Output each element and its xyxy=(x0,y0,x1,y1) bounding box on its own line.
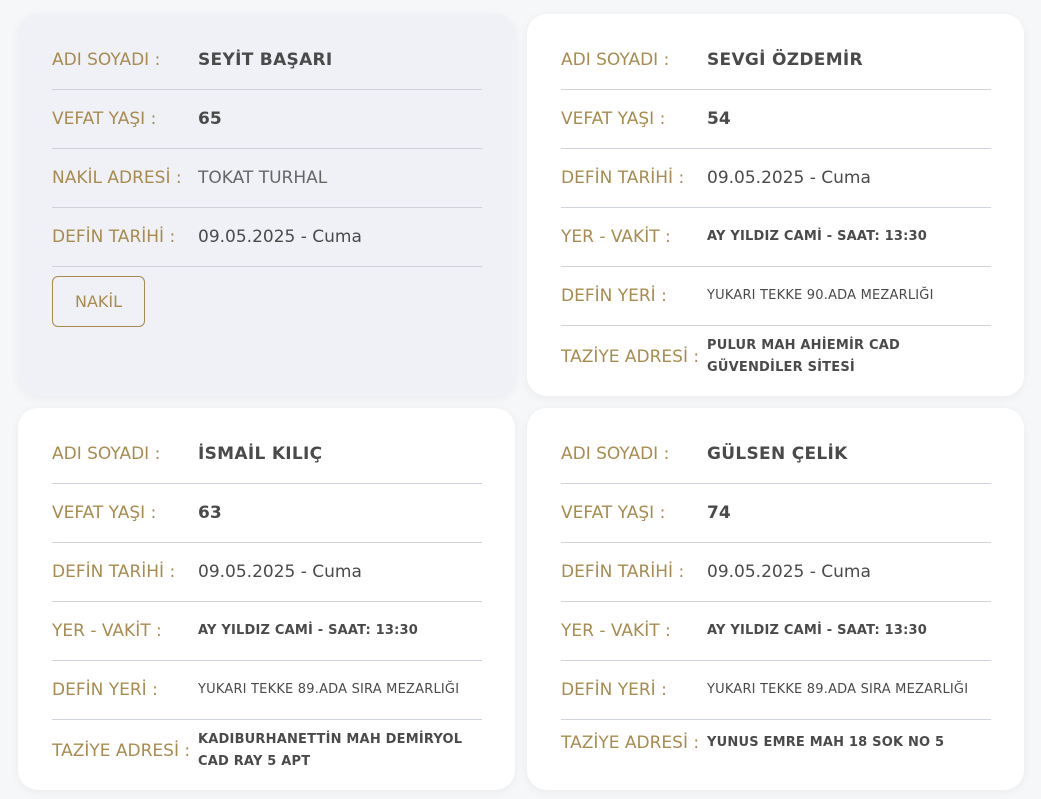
obituary-card[interactable]: ADI SOYADI : GÜLSEN ÇELİK VEFAT YAŞI : 7… xyxy=(527,408,1024,790)
place-time-label: YER - VAKİT : xyxy=(52,621,162,641)
age-value: 63 xyxy=(198,503,222,523)
condolence-label: TAZİYE ADRESİ : xyxy=(561,733,700,753)
age-label: VEFAT YAŞI : xyxy=(561,503,666,523)
burial-place-row: DEFİN YERİ : YUKARI TEKKE 89.ADA SIRA ME… xyxy=(52,661,482,720)
burial-date-row: DEFİN TARİHİ : 09.05.2025 - Cuma xyxy=(561,149,991,208)
age-label: VEFAT YAŞI : xyxy=(561,109,666,129)
burial-place-label: DEFİN YERİ : xyxy=(561,680,667,700)
name-value: GÜLSEN ÇELİK xyxy=(707,444,848,464)
age-value: 65 xyxy=(198,109,222,129)
condolence-row: TAZİYE ADRESİ : PULUR MAH AHİEMİR CAD GÜ… xyxy=(561,326,991,388)
burial-place-value: YUKARI TEKKE 89.ADA SIRA MEZARLIĞI xyxy=(707,682,969,697)
place-time-row: YER - VAKİT : AY YILDIZ CAMİ - SAAT: 13:… xyxy=(52,602,482,661)
name-row: ADI SOYADI : SEYİT BAŞARI xyxy=(52,31,482,90)
burial-date-row: DEFİN TARİHİ : 09.05.2025 - Cuma xyxy=(561,543,991,602)
obituary-card[interactable]: ADI SOYADI : SEVGİ ÖZDEMİR VEFAT YAŞI : … xyxy=(527,14,1024,396)
name-label: ADI SOYADI : xyxy=(52,444,161,464)
burial-date-label: DEFİN TARİHİ : xyxy=(52,562,176,582)
transfer-value: TOKAT TURHAL xyxy=(198,168,328,188)
transfer-label: NAKİL ADRESİ : xyxy=(52,168,182,188)
place-time-value: AY YILDIZ CAMİ - SAAT: 13:30 xyxy=(707,623,928,638)
name-value: SEYİT BAŞARI xyxy=(198,50,333,70)
burial-date-value: 09.05.2025 - Cuma xyxy=(198,227,362,247)
condolence-value: KADIBURHANETTİN MAH DEMİRYOL CAD RAY 5 A… xyxy=(198,732,463,769)
age-value: 74 xyxy=(707,503,731,523)
place-time-label: YER - VAKİT : xyxy=(561,227,671,247)
name-row: ADI SOYADI : GÜLSEN ÇELİK xyxy=(561,425,991,484)
name-label: ADI SOYADI : xyxy=(561,444,670,464)
age-row: VEFAT YAŞI : 65 xyxy=(52,90,482,149)
obituary-card[interactable]: ADI SOYADI : SEYİT BAŞARI VEFAT YAŞI : 6… xyxy=(18,14,515,396)
burial-date-value: 09.05.2025 - Cuma xyxy=(707,168,871,188)
age-row: VEFAT YAŞI : 74 xyxy=(561,484,991,543)
transfer-button[interactable]: NAKİL xyxy=(52,276,146,327)
name-value: İSMAİL KILIÇ xyxy=(198,444,323,464)
place-time-label: YER - VAKİT : xyxy=(561,621,671,641)
place-time-row: YER - VAKİT : AY YILDIZ CAMİ - SAAT: 13:… xyxy=(561,208,991,267)
condolence-value: YUNUS EMRE MAH 18 SOK NO 5 xyxy=(707,735,945,750)
obituary-card[interactable]: ADI SOYADI : İSMAİL KILIÇ VEFAT YAŞI : 6… xyxy=(18,408,515,790)
condolence-row: TAZİYE ADRESİ : YUNUS EMRE MAH 18 SOK NO… xyxy=(561,720,991,766)
burial-place-value: YUKARI TEKKE 90.ADA MEZARLIĞI xyxy=(707,288,934,303)
burial-place-value: YUKARI TEKKE 89.ADA SIRA MEZARLIĞI xyxy=(198,682,460,697)
burial-place-row: DEFİN YERİ : YUKARI TEKKE 90.ADA MEZARLI… xyxy=(561,267,991,326)
burial-place-label: DEFİN YERİ : xyxy=(52,680,158,700)
age-row: VEFAT YAŞI : 63 xyxy=(52,484,482,543)
burial-date-row: DEFİN TARİHİ : 09.05.2025 - Cuma xyxy=(52,208,482,267)
age-label: VEFAT YAŞI : xyxy=(52,503,157,523)
burial-date-label: DEFİN TARİHİ : xyxy=(561,562,685,582)
burial-date-label: DEFİN TARİHİ : xyxy=(52,227,176,247)
name-label: ADI SOYADI : xyxy=(561,50,670,70)
obituary-grid: ADI SOYADI : SEYİT BAŞARI VEFAT YAŞI : 6… xyxy=(18,14,1024,790)
age-row: VEFAT YAŞI : 54 xyxy=(561,90,991,149)
age-label: VEFAT YAŞI : xyxy=(52,109,157,129)
name-value: SEVGİ ÖZDEMİR xyxy=(707,50,863,70)
place-time-value: AY YILDIZ CAMİ - SAAT: 13:30 xyxy=(198,623,419,638)
burial-place-row: DEFİN YERİ : YUKARI TEKKE 89.ADA SIRA ME… xyxy=(561,661,991,720)
condolence-row: TAZİYE ADRESİ : KADIBURHANETTİN MAH DEMİ… xyxy=(52,720,482,782)
condolence-value: PULUR MAH AHİEMİR CAD GÜVENDİLER SİTESİ xyxy=(707,338,900,375)
name-row: ADI SOYADI : SEVGİ ÖZDEMİR xyxy=(561,31,991,90)
place-time-value: AY YILDIZ CAMİ - SAAT: 13:30 xyxy=(707,229,928,244)
burial-date-row: DEFİN TARİHİ : 09.05.2025 - Cuma xyxy=(52,543,482,602)
age-value: 54 xyxy=(707,109,731,129)
condolence-label: TAZİYE ADRESİ : xyxy=(561,347,700,367)
transfer-row: NAKİL ADRESİ : TOKAT TURHAL xyxy=(52,149,482,208)
burial-date-value: 09.05.2025 - Cuma xyxy=(198,562,362,582)
name-row: ADI SOYADI : İSMAİL KILIÇ xyxy=(52,425,482,484)
burial-date-value: 09.05.2025 - Cuma xyxy=(707,562,871,582)
burial-date-label: DEFİN TARİHİ : xyxy=(561,168,685,188)
burial-place-label: DEFİN YERİ : xyxy=(561,286,667,306)
condolence-label: TAZİYE ADRESİ : xyxy=(52,741,191,761)
place-time-row: YER - VAKİT : AY YILDIZ CAMİ - SAAT: 13:… xyxy=(561,602,991,661)
name-label: ADI SOYADI : xyxy=(52,50,161,70)
